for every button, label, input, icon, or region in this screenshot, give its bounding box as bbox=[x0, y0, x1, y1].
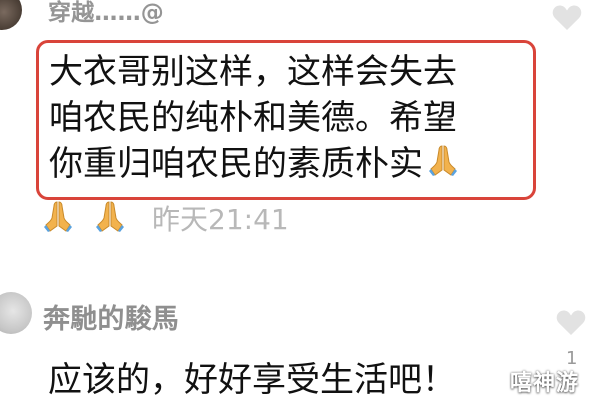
avatar[interactable] bbox=[0, 0, 22, 30]
comment-line: 咱农民的纯朴和美德。希望 bbox=[49, 98, 457, 138]
folded-hands-icon bbox=[44, 201, 124, 232]
comment-line: 你重归咱农民的素质朴实 bbox=[49, 141, 523, 190]
comment-username[interactable]: 穿越……@ bbox=[48, 0, 164, 27]
avatar[interactable] bbox=[0, 292, 32, 334]
heart-like-icon[interactable] bbox=[550, 2, 584, 32]
comment-line: 大衣哥别这样，这样会失去 bbox=[49, 52, 457, 92]
emoji-reactions bbox=[38, 196, 148, 244]
highlighted-comment-box: 大衣哥别这样，这样会失去 咱农民的纯朴和美德。希望 你重归咱农民的素质朴实 bbox=[36, 40, 536, 200]
comment-timestamp: 昨天21:41 bbox=[152, 203, 289, 236]
comment-text: 应该的，好好享受生活吧！ bbox=[48, 360, 456, 400]
comment-line-text: 你重归咱农民的素质朴实 bbox=[49, 144, 423, 184]
comment-username[interactable]: 奔馳的駿馬 bbox=[43, 297, 179, 336]
heart-like-icon[interactable] bbox=[554, 307, 588, 337]
folded-hands-icon bbox=[425, 142, 461, 190]
watermark: 嘻神游 bbox=[510, 371, 580, 396]
